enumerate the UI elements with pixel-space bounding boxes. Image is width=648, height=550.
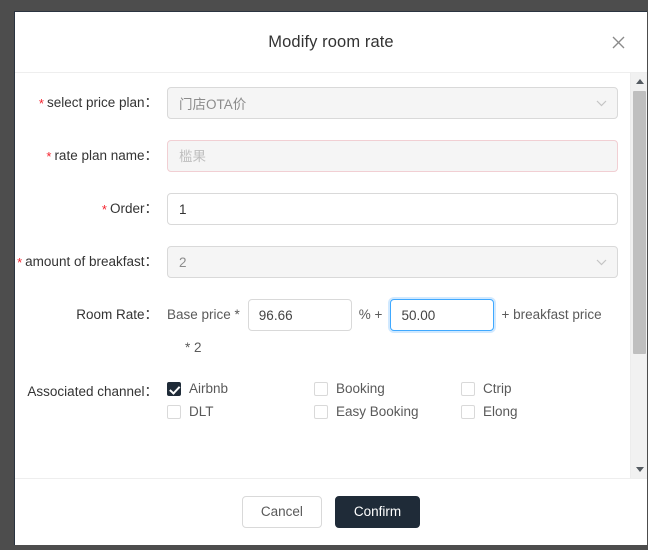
- additional-amount-input[interactable]: [390, 299, 495, 331]
- control-room-rate: Base price * % + + breakfast price * 2: [167, 299, 630, 355]
- scroll-down-arrow-glyph: [635, 467, 644, 472]
- scroll-up-arrow-glyph: [635, 79, 644, 84]
- channel-label: Elong: [483, 404, 518, 419]
- channel-checkbox-airbnb[interactable]: Airbnb: [167, 381, 314, 396]
- required-asterisk: *: [46, 149, 52, 164]
- checkbox-unchecked-icon[interactable]: [314, 381, 328, 396]
- channel-checkbox-elong[interactable]: Elong: [461, 404, 608, 419]
- label-associated-channel: Associated channel：: [27, 384, 158, 399]
- cancel-button[interactable]: Cancel: [241, 496, 322, 528]
- field-row-rate-plan-name: * rate plan name：: [15, 140, 630, 172]
- room-rate-formula: Base price * % + + breakfast price: [167, 299, 618, 331]
- checkbox-unchecked-icon[interactable]: [167, 404, 181, 419]
- associated-channel-checkbox-group: Airbnb Booking Ctrip DLT Easy Booking Elong: [167, 376, 618, 419]
- triangle-down-icon[interactable]: [631, 461, 647, 478]
- channel-checkbox-dlt[interactable]: DLT: [167, 404, 314, 419]
- label-rate-plan-name-text: rate plan name: [54, 148, 145, 163]
- modify-room-rate-dialog: Modify room rate * select price plan： 门店…: [14, 11, 647, 545]
- required-asterisk: *: [17, 255, 23, 270]
- control-amount-of-breakfast: [167, 246, 630, 278]
- field-row-room-rate: Room Rate： Base price * % + + breakfast …: [15, 299, 630, 355]
- control-order: [167, 193, 630, 225]
- channel-label: Easy Booking: [336, 404, 419, 419]
- base-price-percent-input[interactable]: [247, 299, 352, 331]
- amount-of-breakfast-input[interactable]: [167, 246, 618, 278]
- dialog-header: Modify room rate: [15, 12, 647, 73]
- label-price-plan-text: select price plan: [46, 95, 145, 110]
- breakfast-price-suffix: + breakfast price: [501, 307, 602, 322]
- channel-checkbox-easy-booking[interactable]: Easy Booking: [314, 404, 461, 419]
- channel-label: DLT: [189, 404, 214, 419]
- triangle-up-icon[interactable]: [631, 73, 647, 90]
- scrollbar-thumb[interactable]: [633, 91, 646, 354]
- field-row-amount-of-breakfast: * amount of breakfast：: [15, 246, 630, 278]
- channel-label: Ctrip: [483, 381, 512, 396]
- form-scroll-area: *select price plan： *rat: [15, 73, 630, 478]
- field-row-order: * Order：: [15, 193, 630, 225]
- label-amount-of-breakfast-text: amount of breakfast: [25, 254, 145, 269]
- price-plan-input[interactable]: [167, 87, 618, 119]
- control-associated-channel: Airbnb Booking Ctrip DLT Easy Booking Elong: [167, 376, 630, 419]
- required-asterisk: *: [101, 202, 107, 217]
- field-row-associated-channel: Associated channel： Airbnb Booking Ctrip DL…: [15, 376, 630, 419]
- channel-checkbox-ctrip[interactable]: Ctrip: [461, 381, 608, 396]
- checkbox-checked-icon[interactable]: [167, 381, 181, 396]
- label-room-rate-text: Room Rate: [76, 307, 145, 322]
- label-order: * Order：: [101, 201, 158, 217]
- label-amount-of-breakfast: * amount of breakfast：: [17, 254, 158, 270]
- required-asterisk: *: [38, 96, 44, 111]
- channel-label: Airbnb: [189, 381, 229, 396]
- percent-plus-text: % +: [358, 307, 383, 322]
- dialog-footer: Cancel Confirm: [15, 478, 647, 545]
- order-input[interactable]: [167, 193, 618, 225]
- label-room-rate: Room Rate：: [76, 307, 158, 322]
- checkbox-unchecked-icon[interactable]: [461, 381, 475, 396]
- label-order-text: Order: [109, 201, 145, 216]
- confirm-button[interactable]: Confirm: [334, 496, 421, 528]
- dialog-body: *select price plan： *rat: [15, 73, 647, 478]
- dialog-title: Modify room rate: [268, 32, 394, 51]
- control-rate-plan-name: [167, 140, 630, 172]
- channel-label: Booking: [336, 381, 385, 396]
- label-rate-plan-name: * rate plan name：: [46, 148, 158, 164]
- label-price-plan: * select price plan：: [38, 95, 158, 111]
- field-row-price-plan: * select price plan：: [15, 87, 630, 119]
- amount-of-breakfast-select[interactable]: [167, 246, 618, 278]
- rate-plan-name-input[interactable]: [167, 140, 618, 172]
- vertical-scrollbar[interactable]: [630, 73, 647, 478]
- channel-checkbox-booking[interactable]: Booking: [314, 381, 461, 396]
- base-price-prefix: Base price *: [167, 307, 240, 322]
- close-icon[interactable]: [607, 31, 629, 53]
- label-associated-channel-text: Associated channel: [27, 384, 145, 399]
- price-plan-select[interactable]: [167, 87, 618, 119]
- checkbox-unchecked-icon[interactable]: [314, 404, 328, 419]
- checkbox-unchecked-icon[interactable]: [461, 404, 475, 419]
- control-price-plan: [167, 87, 630, 119]
- room-rate-multiplier: * 2: [185, 340, 202, 355]
